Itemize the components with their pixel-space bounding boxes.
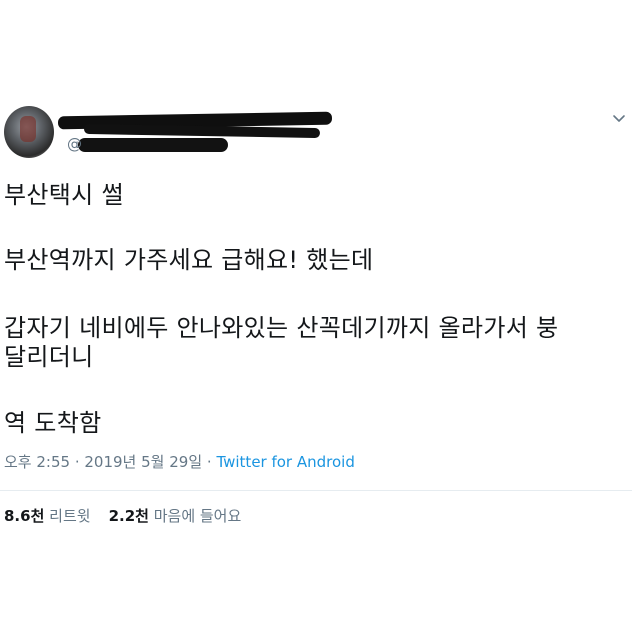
meta-separator: · xyxy=(70,453,85,471)
retweets-count: 8.6천 xyxy=(4,507,45,525)
redacted-display-name-extra xyxy=(83,123,321,139)
meta-separator: · xyxy=(202,453,217,471)
avatar[interactable] xyxy=(4,106,54,158)
chevron-down-icon[interactable] xyxy=(612,112,626,126)
divider xyxy=(0,490,632,491)
tweet-text-line: 달리더니 xyxy=(4,343,94,371)
likes-label: 마음에 들어요 xyxy=(153,507,242,525)
tweet-text-line: 부산택시 썰 xyxy=(4,181,124,209)
likes-stat[interactable]: 2.2천 마음에 들어요 xyxy=(109,507,242,525)
tweet-text-line: 갑자기 네비에두 안나와있는 산꼭데기까지 올라가서 붕 xyxy=(4,314,559,342)
tweet-text-line: 역 도착함 xyxy=(4,409,102,437)
tweet-time[interactable]: 오후 2:55 xyxy=(4,453,70,471)
handle-at-symbol: @ xyxy=(67,135,82,153)
tweet-text-line: 부산역까지 가주세요 급해요! 했는데 xyxy=(4,246,374,274)
tweet-meta: 오후 2:55 · 2019년 5월 29일 · Twitter for And… xyxy=(4,452,355,472)
retweets-stat[interactable]: 8.6천 리트윗 xyxy=(4,507,91,525)
tweet-source-link[interactable]: Twitter for Android xyxy=(216,453,354,471)
retweets-label: 리트윗 xyxy=(49,507,91,525)
likes-count: 2.2천 xyxy=(108,507,149,525)
tweet-stats: 8.6천 리트윗 2.2천 마음에 들어요 xyxy=(4,506,241,526)
tweet-card: @ 부산택시 썰 부산역까지 가주세요 급해요! 했는데 갑자기 네비에두 안나… xyxy=(0,0,640,640)
redacted-handle xyxy=(78,138,228,152)
tweet-date[interactable]: 2019년 5월 29일 xyxy=(84,453,202,471)
